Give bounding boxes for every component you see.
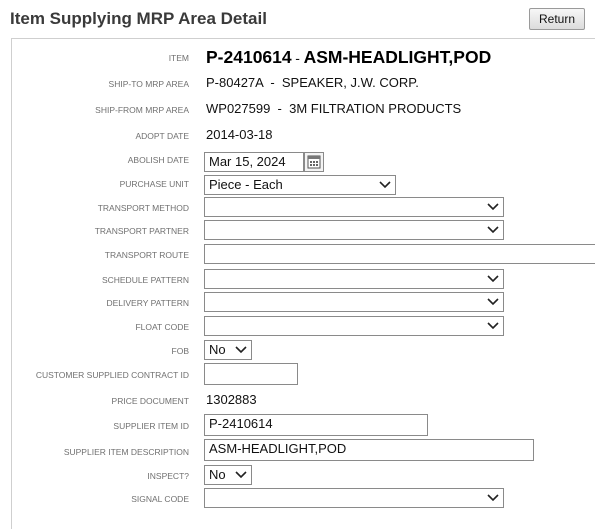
transport-route-input[interactable]: [204, 244, 595, 264]
supplier-item-id-label: SUPPLIER ITEM ID: [113, 421, 189, 431]
chevron-down-icon: [487, 322, 499, 330]
chevron-down-icon: [487, 275, 499, 283]
transport-method-select[interactable]: [204, 197, 504, 217]
customer-contract-input[interactable]: [204, 363, 298, 385]
fob-value: No: [209, 342, 226, 357]
chevron-down-icon: [379, 181, 391, 189]
item-label: ITEM: [168, 53, 189, 63]
calendar-icon: [307, 155, 321, 169]
inspect-label: INSPECT?: [147, 471, 189, 481]
chevron-down-icon: [235, 346, 247, 354]
signal-code-select[interactable]: [204, 488, 504, 508]
page-title: Item Supplying MRP Area Detail: [10, 9, 267, 28]
transport-method-label: TRANSPORT METHOD: [97, 203, 189, 213]
delivery-pattern-label: DELIVERY PATTERN: [106, 298, 189, 308]
abolish-date-label: ABOLISH DATE: [127, 155, 189, 165]
schedule-pattern-select[interactable]: [204, 269, 504, 289]
adopt-date-label: ADOPT DATE: [135, 131, 189, 141]
delivery-pattern-select[interactable]: [204, 292, 504, 312]
float-code-label: FLOAT CODE: [135, 322, 189, 332]
price-document-value: 1302883: [206, 392, 257, 407]
purchase-unit-label: PURCHASE UNIT: [119, 179, 189, 189]
ship-from-value: WP027599 - 3M FILTRATION PRODUCTS: [206, 101, 462, 116]
abolish-date-input[interactable]: Mar 15, 2024: [204, 152, 304, 172]
signal-code-label: SIGNAL CODE: [131, 494, 189, 504]
item-separator: -: [295, 50, 300, 66]
price-document-label: PRICE DOCUMENT: [111, 396, 189, 406]
transport-partner-label: TRANSPORT PARTNER: [94, 226, 189, 236]
ship-to-value: P-80427A - SPEAKER, J.W. CORP.: [206, 75, 419, 90]
fob-select[interactable]: No: [204, 340, 252, 360]
supplier-item-description-label: SUPPLIER ITEM DESCRIPTION: [63, 447, 189, 457]
transport-route-label: TRANSPORT ROUTE: [104, 250, 189, 260]
purchase-unit-select[interactable]: Piece - Each: [204, 175, 396, 195]
chevron-down-icon: [235, 471, 247, 479]
transport-partner-select[interactable]: [204, 220, 504, 240]
inspect-value: No: [209, 467, 226, 482]
float-code-select[interactable]: [204, 316, 504, 336]
chevron-down-icon: [487, 203, 499, 211]
adopt-date-value: 2014-03-18: [206, 127, 273, 142]
ship-to-label: SHIP-TO MRP AREA: [108, 79, 189, 89]
chevron-down-icon: [487, 494, 499, 502]
calendar-button[interactable]: [304, 152, 324, 172]
schedule-pattern-label: SCHEDULE PATTERN: [101, 275, 189, 285]
fob-label: FOB: [171, 346, 189, 356]
supplier-item-description-input[interactable]: ASM-HEADLIGHT,POD: [204, 439, 534, 461]
inspect-select[interactable]: No: [204, 465, 252, 485]
item-heading: P-2410614 - ASM-HEADLIGHT,POD: [206, 47, 491, 68]
chevron-down-icon: [487, 226, 499, 234]
chevron-down-icon: [487, 298, 499, 306]
item-number: P-2410614: [206, 47, 292, 67]
supplier-item-id-input[interactable]: P-2410614: [204, 414, 428, 436]
item-description: ASM-HEADLIGHT,POD: [303, 47, 492, 67]
ship-from-label: SHIP-FROM MRP AREA: [95, 105, 189, 115]
customer-contract-label: CUSTOMER SUPPLIED CONTRACT ID: [35, 370, 189, 380]
return-button[interactable]: Return: [529, 8, 585, 30]
purchase-unit-value: Piece - Each: [209, 177, 283, 192]
